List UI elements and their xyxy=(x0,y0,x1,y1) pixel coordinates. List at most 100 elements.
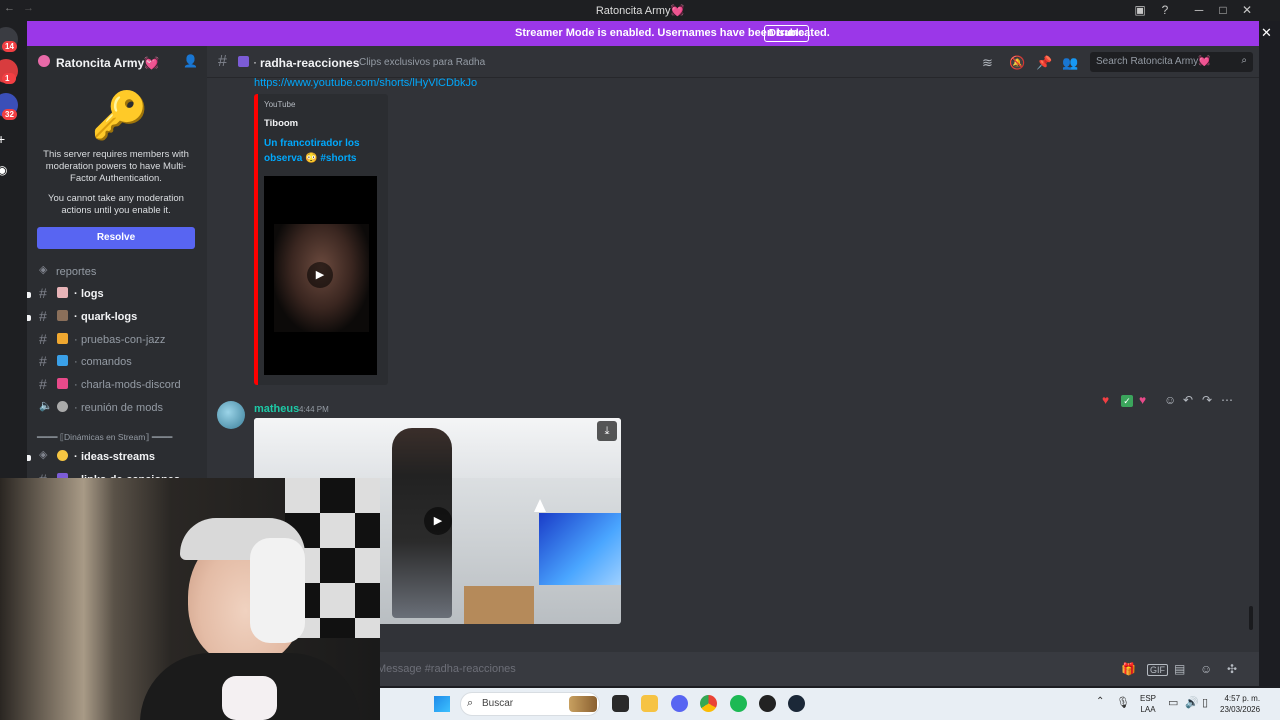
close-button[interactable]: ✕ xyxy=(1237,2,1257,19)
forum-icon: ◈ xyxy=(39,449,48,461)
message-timestamp: 4:44 PM xyxy=(299,405,329,414)
hash-icon: # xyxy=(39,285,47,301)
minimize-button[interactable]: ─ xyxy=(1189,2,1209,19)
sidebar-item-logs[interactable]: # · logs xyxy=(27,285,207,305)
monitor-screen xyxy=(539,513,621,585)
embed-provider[interactable]: YouTube xyxy=(264,100,295,109)
hash-icon: # xyxy=(39,376,47,392)
discover-icon[interactable]: ◉ xyxy=(0,163,7,177)
composer-placeholder: Message #radha-reacciones xyxy=(377,663,516,675)
channel-emoji-icon xyxy=(57,333,68,344)
mute-bell-icon[interactable]: 🔕 xyxy=(1009,55,1025,71)
heart-reaction-icon[interactable]: ♥ xyxy=(1102,393,1109,407)
taskbar: ⌕ Buscar ⌃ 🎙 ESP LAA ▭ 🔊 ▯ 4:57 p. m. 23… xyxy=(380,688,1280,720)
add-reaction-icon[interactable]: ☺ xyxy=(1164,393,1176,407)
threads-icon[interactable]: ≋ xyxy=(982,55,993,71)
resolve-button[interactable]: Resolve xyxy=(37,227,195,249)
steam-icon[interactable] xyxy=(788,695,805,712)
mfa-text: This server requires members with modera… xyxy=(43,149,189,184)
embed-title[interactable]: Un francotirador los observa 😳 #shorts xyxy=(264,136,379,166)
channel-topic[interactable]: Clips exclusivos para Radha xyxy=(359,57,485,68)
disable-button[interactable]: Disable xyxy=(764,25,809,42)
sidebar-item-pruebas-con-jazz[interactable]: # · pruebas-con-jazz xyxy=(27,331,207,351)
forward-icon[interactable]: ↷ xyxy=(1202,393,1212,407)
emoji-icon[interactable]: ☺ xyxy=(1200,662,1212,676)
pin-icon[interactable]: 📌 xyxy=(1036,55,1052,71)
hash-icon: # xyxy=(39,308,47,324)
members-icon[interactable]: 👥 xyxy=(1062,55,1078,71)
channel-label: charla-mods-discord xyxy=(81,379,181,391)
mic-icon[interactable]: 🎙 xyxy=(1116,696,1130,709)
chrome-icon[interactable] xyxy=(700,695,717,712)
sticker-icon[interactable]: ▤ xyxy=(1174,662,1185,676)
taskbar-search[interactable]: ⌕ Buscar xyxy=(460,692,600,716)
discord-icon[interactable] xyxy=(671,695,688,712)
play-icon[interactable]: ▶ xyxy=(424,507,452,535)
window-title: Ratoncita Army💓 xyxy=(595,5,685,17)
search-icon: ⌕ xyxy=(467,697,474,709)
gift-icon[interactable]: 🎁 xyxy=(1121,662,1136,676)
category-header[interactable]: ━━━━ ⟦Dinámicas en Stream⟧ ━━━━ xyxy=(37,432,172,443)
task-view-icon[interactable] xyxy=(612,695,629,712)
mouse-cursor xyxy=(534,499,546,512)
gif-icon[interactable]: GIF xyxy=(1147,664,1168,676)
server-rail: 14 1 32 + ◉ xyxy=(0,21,27,481)
speaker-icon: 🔈 xyxy=(39,400,53,412)
channel-label: logs xyxy=(81,288,104,300)
sidebar-item-charla-mods-discord[interactable]: # · charla-mods-discord xyxy=(27,376,207,396)
separator-dot: · xyxy=(74,311,78,323)
mfa-text-2: You cannot take any moderation actions u… xyxy=(48,193,184,216)
search-input[interactable]: Search Ratoncita Army💓 ⌕ xyxy=(1090,52,1253,72)
file-explorer-icon[interactable] xyxy=(641,695,658,712)
channel-emoji-icon xyxy=(238,56,249,67)
maximize-button[interactable]: □ xyxy=(1213,2,1233,19)
search-placeholder: Search Ratoncita Army💓 xyxy=(1096,56,1211,67)
spotify-icon[interactable] xyxy=(730,695,747,712)
sidebar-item-comandos[interactable]: # · comandos xyxy=(27,353,207,373)
add-server-icon[interactable]: + xyxy=(0,131,5,147)
separator-dot: · xyxy=(74,356,78,368)
heart-100-reaction-icon[interactable]: ♥ xyxy=(1139,393,1146,407)
clock[interactable]: 4:57 p. m. 23/03/2026 xyxy=(1220,693,1260,715)
help-icon[interactable]: ? xyxy=(1155,2,1175,19)
volume-icon[interactable]: 🔊 xyxy=(1185,696,1199,709)
close-icon[interactable]: ✕ xyxy=(1261,25,1272,41)
message-actions-toolbar: ♥ ✓ ♥ ☺ ↶ ↷ ⋯ xyxy=(1102,390,1242,412)
cast-icon[interactable]: ▣ xyxy=(1130,2,1150,19)
windows-start-icon[interactable] xyxy=(434,696,450,712)
reply-icon[interactable]: ↶ xyxy=(1183,393,1193,407)
language-indicator[interactable]: ESP LAA xyxy=(1140,693,1156,715)
more-options-icon[interactable]: ⋯ xyxy=(1221,393,1233,407)
chevron-down-icon: ⌄ xyxy=(145,55,154,66)
app-icon[interactable] xyxy=(759,695,776,712)
channel-emoji-icon xyxy=(57,401,68,412)
sidebar-item-quark-logs[interactable]: # · quark-logs xyxy=(27,308,207,328)
channel-label: reunión de mods xyxy=(81,402,163,414)
mention-badge: 1 xyxy=(2,73,16,84)
check-reaction-icon[interactable]: ✓ xyxy=(1121,395,1133,407)
microphone xyxy=(222,676,277,720)
clock-time: 4:57 p. m. xyxy=(1224,694,1261,703)
avatar[interactable] xyxy=(217,401,245,429)
battery-icon[interactable]: ▯ xyxy=(1202,696,1208,709)
embed-video-thumbnail[interactable]: ▶ xyxy=(264,176,377,375)
embed-author[interactable]: Tiboom xyxy=(264,118,298,129)
invite-icon[interactable]: 👤 xyxy=(183,54,198,68)
download-icon[interactable]: ⤓ xyxy=(597,421,617,441)
sidebar-item-reportes[interactable]: ◈ reportes xyxy=(27,263,207,283)
scrollbar[interactable] xyxy=(1249,606,1253,630)
message-author[interactable]: matheus xyxy=(254,403,299,415)
separator-dot: · xyxy=(74,288,78,300)
sidebar-item-ideas-streams[interactable]: ◈ · ideas-streams xyxy=(27,448,207,468)
play-icon[interactable]: ▶ xyxy=(307,262,333,288)
network-icon[interactable]: ▭ xyxy=(1168,696,1178,709)
channel-emoji-icon xyxy=(57,310,68,321)
apps-icon[interactable]: ✣ xyxy=(1227,662,1237,676)
channel-label: ideas-streams xyxy=(81,451,155,463)
sidebar-item-reunion-de-mods[interactable]: 🔈 · reunión de mods xyxy=(27,399,207,419)
chevron-up-icon[interactable]: ⌃ xyxy=(1096,696,1104,707)
youtube-link[interactable]: https://www.youtube.com/shorts/lHyVlCDbk… xyxy=(254,77,477,89)
headphones xyxy=(250,538,305,643)
box xyxy=(464,586,534,624)
server-header[interactable]: Ratoncita Army💓 ⌄ 👤 xyxy=(27,46,207,78)
